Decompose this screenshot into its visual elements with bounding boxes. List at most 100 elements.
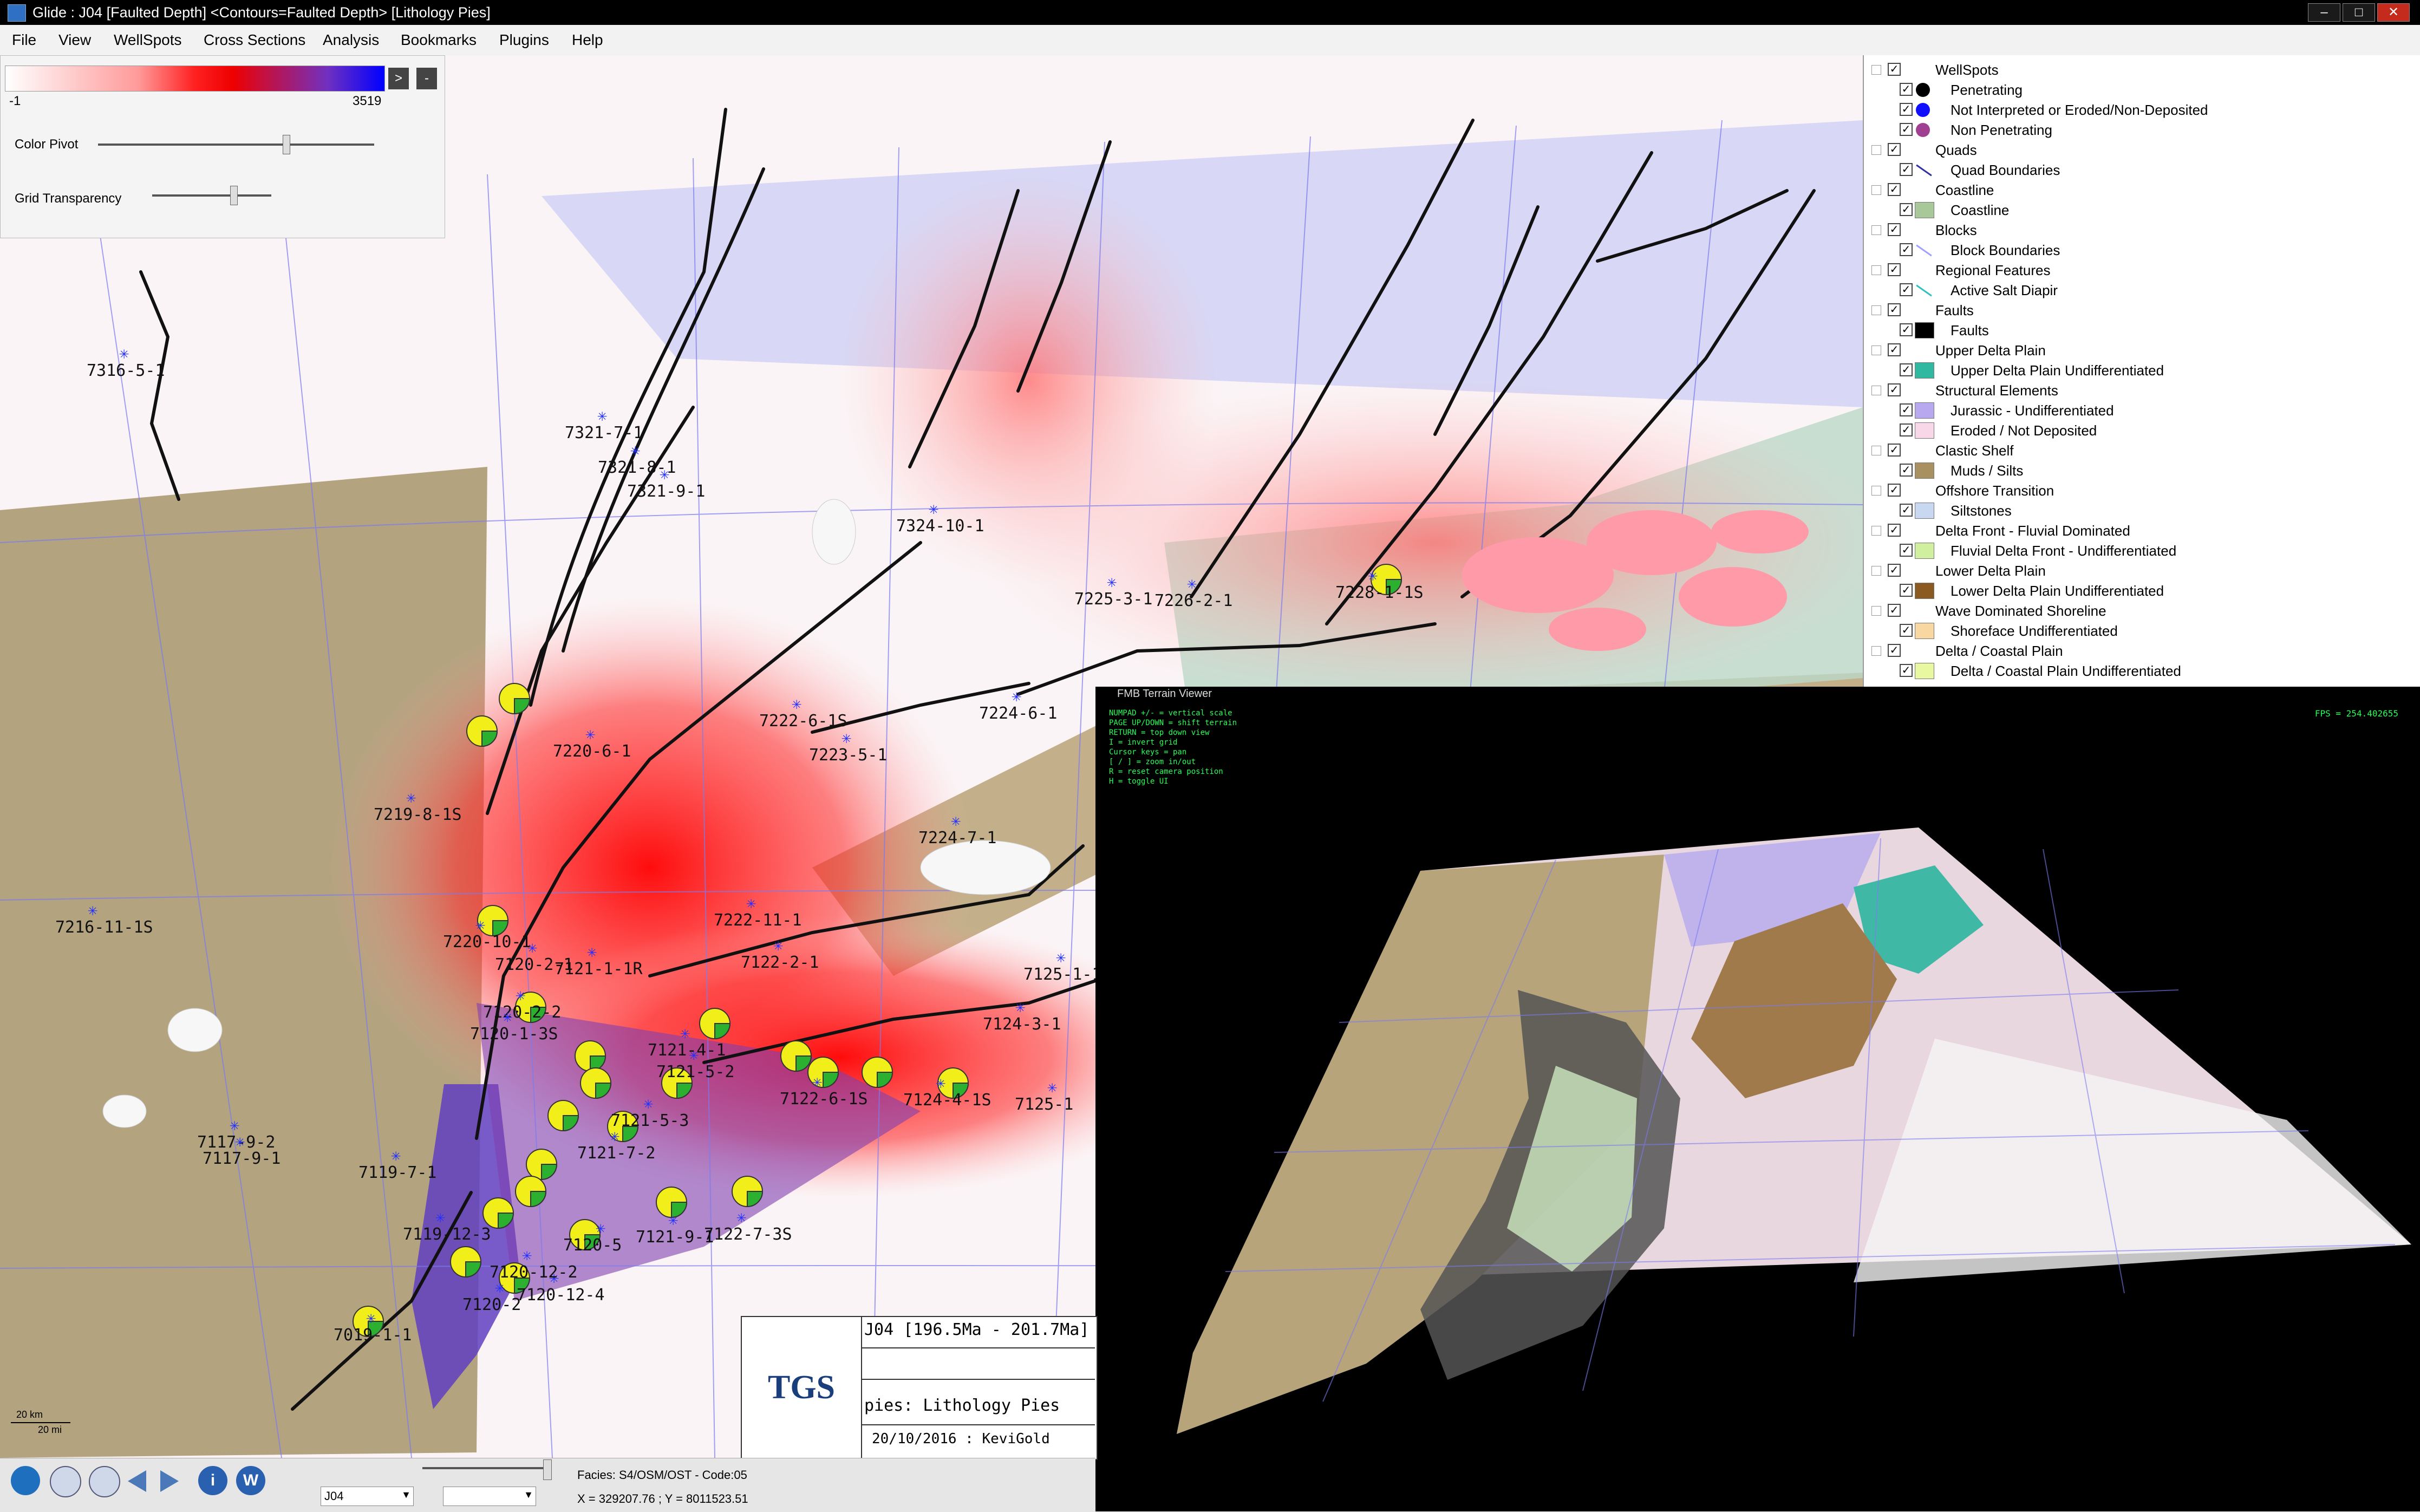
well-marker-icon[interactable]: ✳ [668,1210,678,1229]
well-marker-icon[interactable]: ✳ [680,1024,690,1042]
item-checkbox[interactable]: ✓ [1900,664,1913,677]
item-checkbox[interactable]: ✓ [1900,203,1913,216]
well-label[interactable]: 7120-5 [563,1236,622,1255]
expand-toggle[interactable] [1871,526,1881,536]
well-marker-icon[interactable]: ✳ [596,1218,605,1237]
well-marker-icon[interactable]: ✳ [516,986,525,1005]
item-checkbox[interactable]: ✓ [1900,584,1913,597]
well-marker-icon[interactable]: ✳ [503,1007,512,1026]
lithology-pie[interactable] [515,1176,547,1208]
well-marker-icon[interactable]: ✳ [812,1072,822,1091]
group-checkbox[interactable]: ✓ [1888,484,1901,497]
well-label[interactable]: 7124-4-1S [903,1091,992,1110]
item-checkbox[interactable]: ✓ [1900,103,1913,116]
lithology-pie[interactable] [499,683,531,715]
expand-toggle[interactable] [1871,446,1881,455]
well-marker-icon[interactable]: ✳ [527,938,537,957]
layer-slider-thumb[interactable] [543,1459,552,1480]
expand-toggle[interactable] [1871,65,1881,75]
well-label[interactable]: 7324-10-1 [896,517,984,536]
well-marker-icon[interactable]: ✳ [435,1208,445,1227]
well-marker-icon[interactable]: ✳ [391,1146,401,1165]
well-label[interactable]: 7121-4-1 [648,1041,726,1060]
item-checkbox[interactable]: ✓ [1900,504,1913,517]
expand-toggle[interactable] [1871,486,1881,496]
item-checkbox[interactable]: ✓ [1900,544,1913,557]
lithology-pie[interactable] [732,1176,764,1208]
well-marker-icon[interactable]: ✳ [522,1246,532,1265]
item-checkbox[interactable]: ✓ [1900,83,1913,96]
group-checkbox[interactable]: ✓ [1888,63,1901,76]
forward-icon[interactable] [160,1470,179,1492]
globe-icon[interactable] [11,1466,40,1495]
well-marker-icon[interactable]: ✳ [630,441,640,460]
back-icon[interactable] [128,1470,146,1492]
expand-toggle[interactable] [1871,265,1881,275]
well-label[interactable]: 7121-7-2 [577,1144,656,1163]
well-label[interactable]: 7122-6-1S [780,1090,868,1109]
item-checkbox[interactable]: ✓ [1900,403,1913,416]
grid-transparency-thumb[interactable] [230,186,238,205]
expand-toggle[interactable] [1871,646,1881,656]
menu-plugins[interactable]: Plugins [499,31,549,49]
expand-toggle[interactable] [1871,145,1881,155]
close-button[interactable]: ✕ [2377,3,2410,22]
terrain-viewer-window[interactable]: FMB Terrain Viewer NUMPAD +/- = vertical… [1095,687,2420,1511]
well-marker-icon[interactable]: ✳ [951,811,961,830]
group-checkbox[interactable]: ✓ [1888,524,1901,537]
well-label[interactable]: 7121-9-1 [636,1228,714,1247]
menu-cross-sections[interactable]: Cross Sections [204,31,305,49]
well-marker-icon[interactable]: ✳ [585,725,595,744]
zoom-out-icon[interactable] [89,1466,120,1497]
well-label[interactable]: 7225-3-1 [1074,590,1153,609]
well-marker-icon[interactable]: ✳ [929,499,938,518]
item-checkbox[interactable]: ✓ [1900,283,1913,296]
group-checkbox[interactable]: ✓ [1888,183,1901,196]
expand-toggle[interactable] [1871,225,1881,235]
group-checkbox[interactable]: ✓ [1888,564,1901,577]
well-marker-icon[interactable]: ✳ [792,694,801,713]
lithology-pie[interactable] [482,1197,514,1229]
well-marker-icon[interactable]: ✳ [1187,574,1197,593]
maximize-button[interactable]: □ [2343,3,2375,22]
expand-toggle[interactable] [1871,346,1881,355]
well-label[interactable]: 7121-5-3 [611,1111,689,1130]
well-label[interactable]: 7219-8-1S [374,805,462,824]
well-marker-icon[interactable]: ✳ [119,344,129,363]
well-label[interactable]: 7019-1-1 [334,1326,412,1345]
menu-file[interactable]: File [12,31,36,49]
item-checkbox[interactable]: ✓ [1900,464,1913,477]
layer-combo[interactable]: J04 ▼ [321,1487,414,1506]
item-checkbox[interactable]: ✓ [1900,163,1913,176]
lithology-pie[interactable] [580,1067,612,1099]
well-marker-icon[interactable]: ✳ [746,894,756,913]
well-label[interactable]: 7120-1-3S [470,1025,558,1044]
well-label[interactable]: 7321-7-1 [565,423,643,442]
well-label[interactable]: 7119-7-1 [358,1163,437,1182]
well-label[interactable]: 7224-6-1 [979,704,1058,723]
well-marker-icon[interactable]: ✳ [660,465,669,484]
well-marker-icon[interactable]: ✳ [235,1132,245,1151]
group-checkbox[interactable]: ✓ [1888,383,1901,396]
well-marker-icon[interactable]: ✳ [1012,687,1021,706]
item-checkbox[interactable]: ✓ [1900,363,1913,376]
group-checkbox[interactable]: ✓ [1888,644,1901,657]
well-marker-icon[interactable]: ✳ [597,406,607,425]
item-checkbox[interactable]: ✓ [1900,243,1913,256]
well-label[interactable]: 7125-1-1 [1023,965,1102,984]
well-marker-icon[interactable]: ✳ [773,936,783,955]
lithology-pie[interactable] [862,1057,893,1089]
well-marker-icon[interactable]: ✳ [88,901,97,920]
well-label[interactable]: 7125-1 [1015,1095,1073,1114]
minimize-button[interactable]: – [2308,3,2340,22]
well-label[interactable]: 7121-1-1R [555,960,643,979]
well-marker-icon[interactable]: ✳ [366,1308,376,1327]
view-combo[interactable]: ▼ [443,1487,536,1506]
lithology-pie[interactable] [466,715,498,747]
well-label[interactable]: 7120-2-2 [483,1003,562,1022]
well-marker-icon[interactable]: ✳ [475,915,485,934]
menu-help[interactable]: Help [572,31,603,49]
group-checkbox[interactable]: ✓ [1888,444,1901,457]
lithology-pie[interactable] [780,1040,812,1072]
expand-toggle[interactable] [1871,185,1881,195]
